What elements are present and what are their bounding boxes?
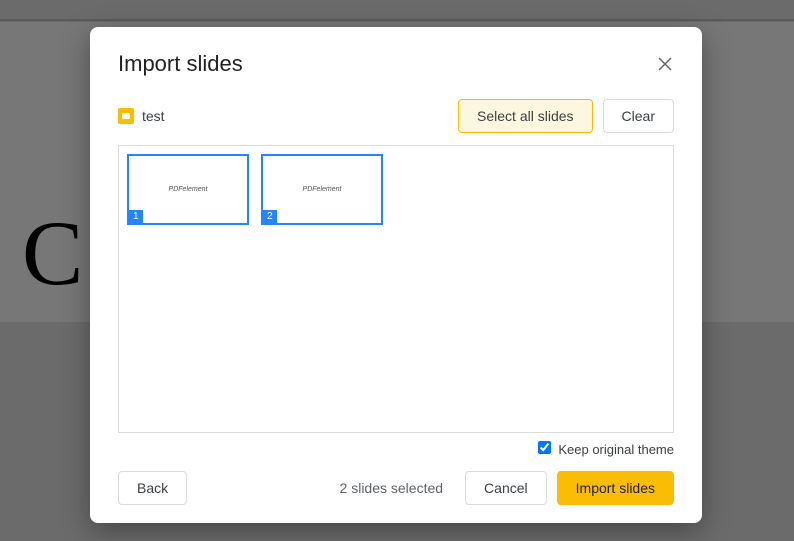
select-all-button[interactable]: Select all slides [458, 99, 593, 133]
close-icon[interactable] [656, 55, 674, 73]
toolbar: test Select all slides Clear [118, 99, 674, 133]
slide-thumb[interactable]: PDFelement 1 [127, 154, 249, 225]
import-slides-modal: Import slides test Select all slides Cle… [90, 27, 702, 523]
keep-theme-row: Keep original theme [118, 441, 674, 457]
file-info: test [118, 108, 165, 124]
import-button[interactable]: Import slides [557, 471, 674, 505]
modal-header: Import slides [118, 51, 674, 77]
slide-number-badge: 1 [129, 210, 143, 223]
keep-theme-checkbox[interactable] [538, 441, 551, 454]
toolbar-buttons: Select all slides Clear [458, 99, 674, 133]
cancel-button[interactable]: Cancel [465, 471, 547, 505]
app-background: C Import slides test Select all slides C… [0, 0, 794, 541]
keep-theme-label: Keep original theme [558, 442, 674, 457]
clear-button[interactable]: Clear [603, 99, 674, 133]
slides-container: PDFelement 1 PDFelement 2 [118, 145, 674, 433]
slide-number-badge: 2 [263, 210, 277, 223]
modal-title: Import slides [118, 51, 243, 77]
keep-theme-label-wrap[interactable]: Keep original theme [538, 441, 674, 457]
slide-content: PDFelement [169, 186, 208, 193]
back-button[interactable]: Back [118, 471, 187, 505]
selected-status: 2 slides selected [340, 480, 444, 496]
bg-letter: C [22, 200, 83, 306]
slides-file-icon [118, 108, 134, 124]
slide-thumb[interactable]: PDFelement 2 [261, 154, 383, 225]
slide-content: PDFelement [303, 186, 342, 193]
modal-footer: Back 2 slides selected Cancel Import sli… [118, 471, 674, 505]
file-name: test [142, 108, 165, 124]
